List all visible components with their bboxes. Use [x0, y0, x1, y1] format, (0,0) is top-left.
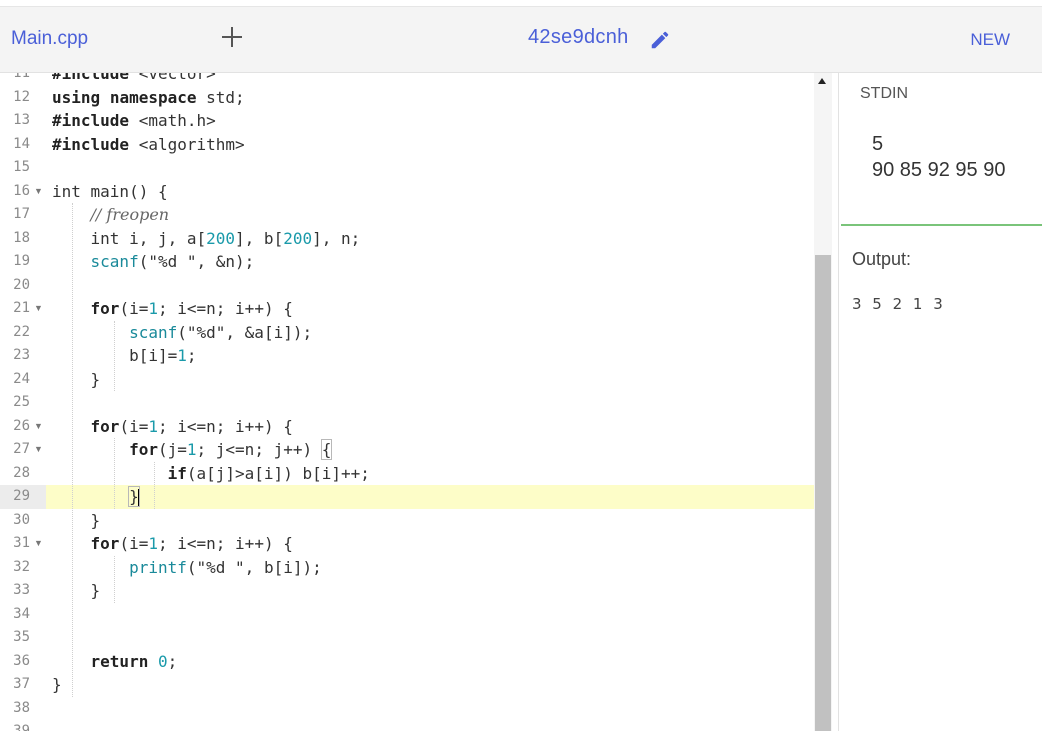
- code-line: }: [52, 510, 101, 530]
- code-line: }: [52, 675, 62, 694]
- line-number: 24: [13, 370, 30, 387]
- line-number: 28: [13, 464, 30, 481]
- edit-pencil-icon[interactable]: [649, 29, 671, 51]
- line-number: 38: [13, 699, 30, 716]
- code-line: for(j=1; j<=n; j++) {: [129, 439, 333, 460]
- stdin-line: 5: [872, 133, 884, 155]
- line-number: 15: [13, 159, 30, 175]
- io-panel: STDIN 5 90 85 92 95 90 Output: 3 5 2 1 3: [838, 73, 1042, 731]
- stdin-divider: [841, 224, 1042, 226]
- code-line: if(a[j]>a[i]) b[i]++;: [167, 463, 370, 483]
- line-number: 37: [13, 676, 30, 692]
- add-file-icon[interactable]: [220, 25, 244, 49]
- line-number: 36: [13, 652, 30, 669]
- line-number: 18: [13, 229, 30, 246]
- stdin-label: STDIN: [860, 85, 908, 102]
- line-number-gutter: 11 12 13 14 15 16 ▼ 17 18 19 20 21 ▼ 22 23 24 25 26 ▼ 27 ▼ 28…: [0, 73, 46, 731]
- line-number: 29: [13, 488, 30, 504]
- text-cursor: [137, 488, 140, 507]
- code-line: for(i=1; i<=n; i++) {: [90, 299, 293, 318]
- line-number: 12: [13, 88, 30, 105]
- line-number: 31: [13, 535, 30, 551]
- line-number: 11: [13, 73, 30, 81]
- line-number: 22: [13, 323, 30, 340]
- code-text-area[interactable]: #include <vector> using namespace std; #in…: [46, 73, 814, 731]
- code-line: b[i]=1;: [52, 346, 197, 365]
- fold-arrow-icon[interactable]: ▼: [34, 415, 43, 439]
- editor-scrollbar[interactable]: [814, 73, 832, 731]
- code-line: int main() {: [52, 181, 168, 201]
- scroll-up-arrow-icon[interactable]: [818, 78, 826, 84]
- line-number: 26: [13, 417, 30, 434]
- code-line: printf("%d ", b[i]);: [129, 557, 322, 577]
- fold-arrow-icon[interactable]: ▼: [34, 438, 43, 462]
- new-button[interactable]: NEW: [970, 30, 1010, 50]
- line-number: 39: [13, 723, 30, 731]
- line-number: 13: [13, 112, 30, 128]
- top-strip: [0, 0, 1042, 7]
- line-number: 32: [13, 558, 30, 575]
- fold-arrow-icon[interactable]: ▼: [34, 297, 43, 321]
- line-number: 19: [13, 253, 30, 269]
- line-number: 21: [13, 300, 30, 316]
- fold-arrow-icon[interactable]: ▼: [34, 532, 43, 556]
- code-line: scanf("%d ", &n);: [90, 252, 255, 271]
- stdin-line: 90 85 92 95 90: [872, 159, 1006, 181]
- output-label: Output:: [852, 249, 912, 269]
- line-number: 17: [13, 206, 30, 222]
- fold-arrow-icon[interactable]: ▼: [34, 180, 43, 204]
- code-line: for(i=1; i<=n; i++) {: [90, 416, 293, 436]
- line-number: 23: [13, 347, 30, 363]
- code-line: using namespace std;: [52, 87, 245, 107]
- code-line: int i, j, a[200], b[200], n;: [52, 228, 361, 248]
- line-number: 14: [13, 135, 30, 152]
- code-editor[interactable]: 11 12 13 14 15 16 ▼ 17 18 19 20 21 ▼ 22 23 24 25 26 ▼ 27 ▼ 28…: [0, 73, 838, 731]
- code-line: }: [128, 486, 140, 507]
- code-line: }: [52, 581, 101, 600]
- line-number: 33: [13, 582, 30, 598]
- header-bar: Main.cpp 42se9dcnh NEW: [0, 7, 1042, 73]
- line-number: 20: [13, 276, 30, 293]
- line-number: 30: [13, 511, 30, 528]
- line-number: 27: [13, 441, 30, 457]
- code-line: }: [52, 369, 101, 389]
- line-number: 35: [13, 629, 30, 645]
- code-line: scanf("%d", &a[i]);: [129, 322, 313, 342]
- scrollbar-thumb[interactable]: [815, 255, 831, 731]
- code-line: #include <algorithm>: [52, 134, 245, 154]
- line-number: 25: [13, 394, 30, 410]
- code-line: #include <vector>: [52, 73, 216, 83]
- code-line: for(i=1; i<=n; i++) {: [90, 534, 293, 553]
- code-line: return 0;: [90, 651, 178, 671]
- output-text: 3 5 2 1 3: [852, 295, 946, 313]
- project-title[interactable]: 42se9dcnh: [528, 26, 629, 49]
- line-number: 34: [13, 605, 30, 622]
- code-line: #include <math.h>: [52, 111, 216, 130]
- file-tab-main-cpp[interactable]: Main.cpp: [11, 28, 88, 50]
- code-line: // freopen: [90, 205, 170, 224]
- line-number: 16: [13, 182, 30, 199]
